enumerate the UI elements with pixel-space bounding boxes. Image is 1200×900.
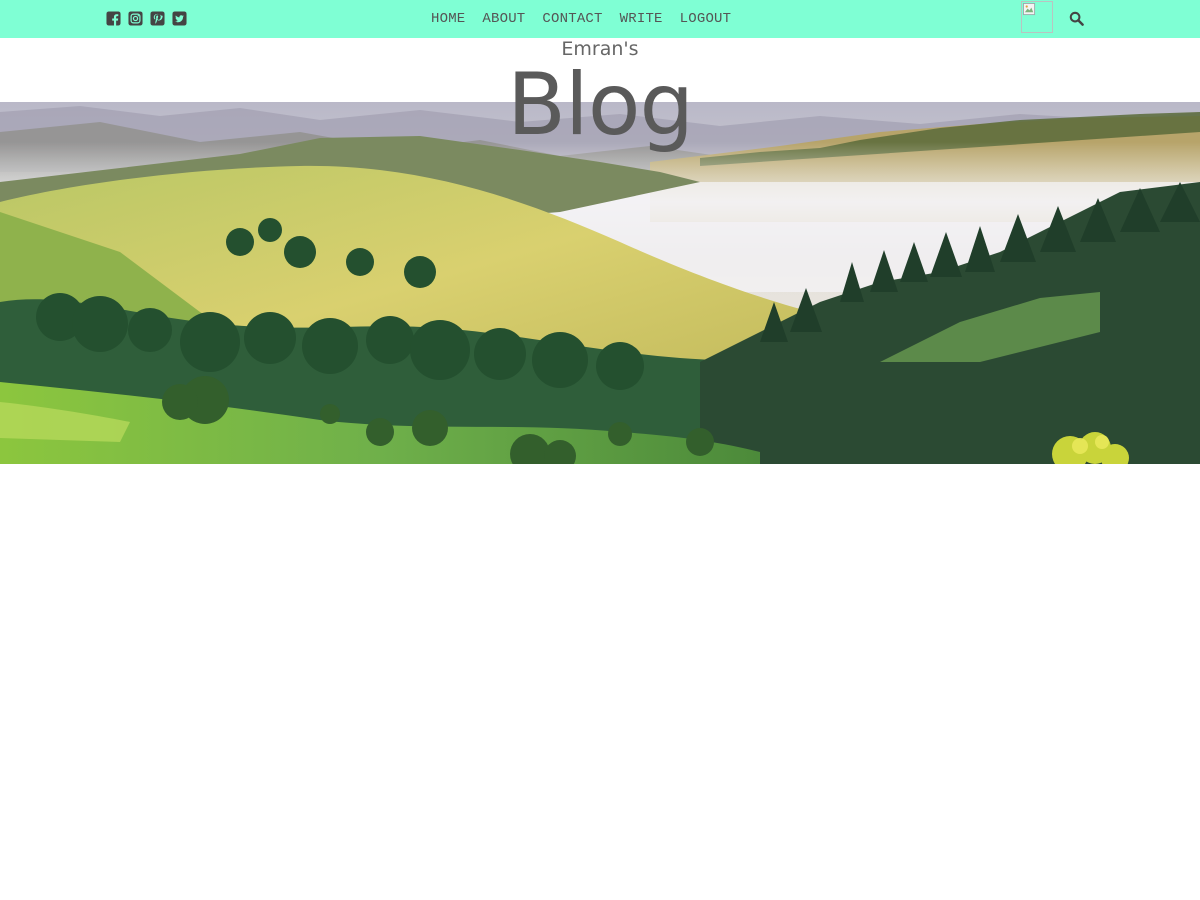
twitter-square-icon[interactable] bbox=[172, 11, 187, 26]
nav-item-logout[interactable]: LOGOUT bbox=[680, 11, 732, 27]
nav-item-write[interactable]: WRITE bbox=[620, 11, 663, 27]
nav-item-home[interactable]: HOME bbox=[431, 11, 465, 27]
search-icon[interactable] bbox=[1069, 11, 1084, 26]
nav-item-contact[interactable]: CONTACT bbox=[542, 11, 602, 27]
pinterest-square-icon[interactable] bbox=[150, 11, 165, 26]
top-navbar: HOME ABOUT CONTACT WRITE LOGOUT bbox=[0, 0, 1200, 38]
site-subtitle: Emran's bbox=[561, 38, 639, 60]
hero-image bbox=[0, 102, 1200, 464]
landscape-illustration bbox=[0, 102, 1200, 464]
instagram-square-icon[interactable] bbox=[128, 11, 143, 26]
main-nav: HOME ABOUT CONTACT WRITE LOGOUT bbox=[431, 11, 731, 27]
broken-image-icon bbox=[1023, 3, 1036, 16]
nav-item-about[interactable]: ABOUT bbox=[482, 11, 525, 27]
profile-avatar[interactable] bbox=[1021, 1, 1053, 33]
facebook-square-icon[interactable] bbox=[106, 11, 121, 26]
social-links bbox=[106, 11, 187, 26]
